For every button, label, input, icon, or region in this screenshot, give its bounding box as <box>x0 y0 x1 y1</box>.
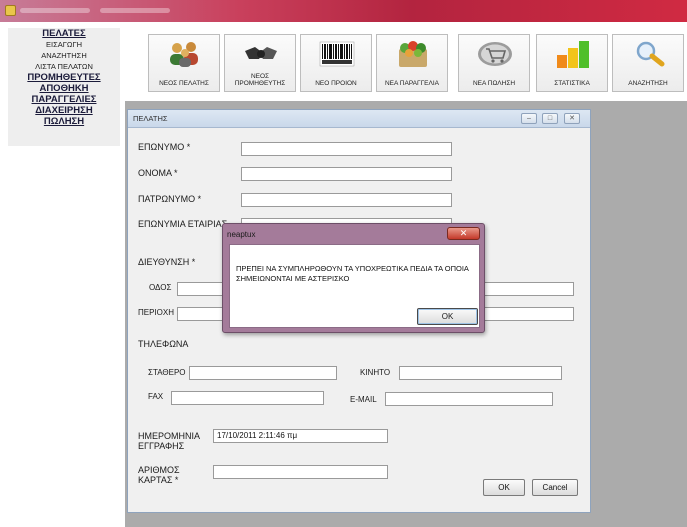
menu-orders[interactable]: ΠΑΡΑΓΓΕΛΙΕΣ <box>8 95 120 105</box>
window-title-blurred <box>100 8 170 13</box>
main-titlebar[interactable] <box>0 0 687 22</box>
dialog-title: neaptux <box>227 230 256 239</box>
new-supplier-label: ΝΕΟΣ ΠΡΟΜΗΘΕΥΤΗΣ <box>234 73 286 87</box>
company-name-label: ΕΠΩΝΥΜΙΑ ΕΤΑΙΡΙΑΣ <box>138 219 228 229</box>
menu-sales[interactable]: ΠΩΛΗΣΗ <box>8 117 120 127</box>
cancel-button[interactable]: Cancel <box>532 479 578 496</box>
new-product-button[interactable]: ΝΕΟ ΠΡΟΙΟΝ <box>300 34 372 92</box>
father-name-label: ΠΑΤΡΩΝΥΜΟ * <box>138 194 202 204</box>
handshake-icon <box>245 47 277 59</box>
street-label: ΟΔΟΣ <box>149 283 172 292</box>
registration-date-field[interactable]: 17/10/2011 2:11:46 πμ <box>213 429 388 443</box>
menu-warehouse[interactable]: ΑΠΟΘΗΚΗ <box>8 84 120 94</box>
menu-customers-list[interactable]: ΛΙΣΤΑ ΠΕΛΑΤΩΝ <box>8 62 120 72</box>
first-name-field[interactable] <box>241 167 452 181</box>
menu-suppliers[interactable]: ΠΡΟΜΗΘΕΥΤΕΣ <box>8 73 120 83</box>
close-button[interactable]: ✕ <box>564 113 580 124</box>
surname-field[interactable] <box>241 142 452 156</box>
area-label: ΠΕΡΙΟΧΗ <box>138 308 175 317</box>
grocery-icon <box>399 41 427 67</box>
window-title-blurred <box>20 8 90 13</box>
statistics-button[interactable]: ΣΤΑΤΙΣΤΙΚΑ <box>536 34 608 92</box>
menu-customers[interactable]: ΠΕΛΑΤΕΣ <box>8 29 120 39</box>
email-label: E-MAIL <box>350 395 377 404</box>
barcode-icon <box>319 41 355 67</box>
app-icon <box>5 5 16 16</box>
cart-icon <box>478 42 512 66</box>
landline-label: ΣΤΑΘΕΡΟ <box>148 368 186 377</box>
dialog-ok-button[interactable]: OK <box>417 308 478 325</box>
fax-label: FAX <box>148 392 164 401</box>
new-order-button[interactable]: ΝΕΑ ΠΑΡΑΓΓΕΛΙΑ <box>376 34 448 92</box>
card-number-field[interactable] <box>213 465 388 479</box>
phones-label: ΤΗΛΕΦΩΝΑ <box>138 339 189 349</box>
card-number-label: ΑΡΙΘΜΟΣ ΚΑΡΤΑΣ * <box>138 465 180 485</box>
customers-icon <box>170 42 198 67</box>
dialog-message: ΠΡΕΠΕΙ ΝΑ ΣΥΜΠΛΗΡΩΘΟΥΝ ΤΑ ΥΠΟΧΡΕΩΤΙΚΑ ΠΕ… <box>236 264 469 283</box>
new-supplier-button[interactable]: ΝΕΟΣ ΠΡΟΜΗΘΕΥΤΗΣ <box>224 34 296 92</box>
dialog-close-button[interactable]: ✕ <box>447 227 480 240</box>
search-button[interactable]: ΑΝΑΖΗΤΗΣΗ <box>612 34 684 92</box>
fax-field[interactable] <box>171 391 324 405</box>
menu-customers-search[interactable]: ΑΝΑΖΗΤΗΣΗ <box>8 51 120 61</box>
message-dialog: neaptux ✕ ΠΡΕΠΕΙ ΝΑ ΣΥΜΠΛΗΡΩΘΟΥΝ ΤΑ ΥΠΟΧ… <box>222 223 485 333</box>
left-menu: ΠΕΛΑΤΕΣ ΕΙΣΑΓΩΓΗ ΑΝΑΖΗΤΗΣΗ ΛΙΣΤΑ ΠΕΛΑΤΩΝ… <box>8 28 120 146</box>
new-customer-label: ΝΕΟΣ ΠΕΛΑΤΗΣ <box>159 80 209 87</box>
mobile-field[interactable] <box>399 366 562 380</box>
menu-customers-insert[interactable]: ΕΙΣΑΓΩΓΗ <box>8 40 120 50</box>
registration-date-label: ΗΜΕΡΟΜΗΝΙΑ ΕΓΓΡΑΦΗΣ <box>138 431 200 451</box>
first-name-label: ΟΝΟΜΑ * <box>138 168 178 178</box>
ok-button[interactable]: OK <box>483 479 525 496</box>
dialog-body: ΠΡΕΠΕΙ ΝΑ ΣΥΜΠΛΗΡΩΘΟΥΝ ΤΑ ΥΠΟΧΡΕΩΤΙΚΑ ΠΕ… <box>229 244 480 328</box>
minimize-button[interactable]: – <box>521 113 537 124</box>
new-sale-label: ΝΕΑ ΠΩΛΗΣΗ <box>472 80 516 87</box>
search-label: ΑΝΑΖΗΤΗΣΗ <box>628 80 668 87</box>
landline-field[interactable] <box>189 366 337 380</box>
customer-window-titlebar[interactable]: ΠΕΛΑΤΗΣ – □ ✕ <box>128 110 590 128</box>
menu-management[interactable]: ΔΙΑΧΕΙΡΗΣΗ <box>8 106 120 116</box>
new-product-label: ΝΕΟ ΠΡΟΙΟΝ <box>315 80 357 87</box>
new-sale-button[interactable]: ΝΕΑ ΠΩΛΗΣΗ <box>458 34 530 92</box>
address-label: ΔΙΕΥΘΥΝΣΗ * <box>138 257 196 267</box>
email-field[interactable] <box>385 392 553 406</box>
customer-window-title: ΠΕΛΑΤΗΣ <box>133 114 168 123</box>
new-order-label: ΝΕΑ ΠΑΡΑΓΓΕΛΙΑ <box>384 80 439 87</box>
bar-chart-icon <box>557 41 589 68</box>
mobile-label: ΚΙΝΗΤΟ <box>360 368 391 377</box>
new-customer-button[interactable]: ΝΕΟΣ ΠΕΛΑΤΗΣ <box>148 34 220 92</box>
father-name-field[interactable] <box>241 193 452 207</box>
statistics-label: ΣΤΑΤΙΣΤΙΚΑ <box>554 80 590 87</box>
maximize-button[interactable]: □ <box>542 113 558 124</box>
surname-label: ΕΠΩΝΥΜΟ * <box>138 142 191 152</box>
magnifier-icon <box>636 41 665 67</box>
